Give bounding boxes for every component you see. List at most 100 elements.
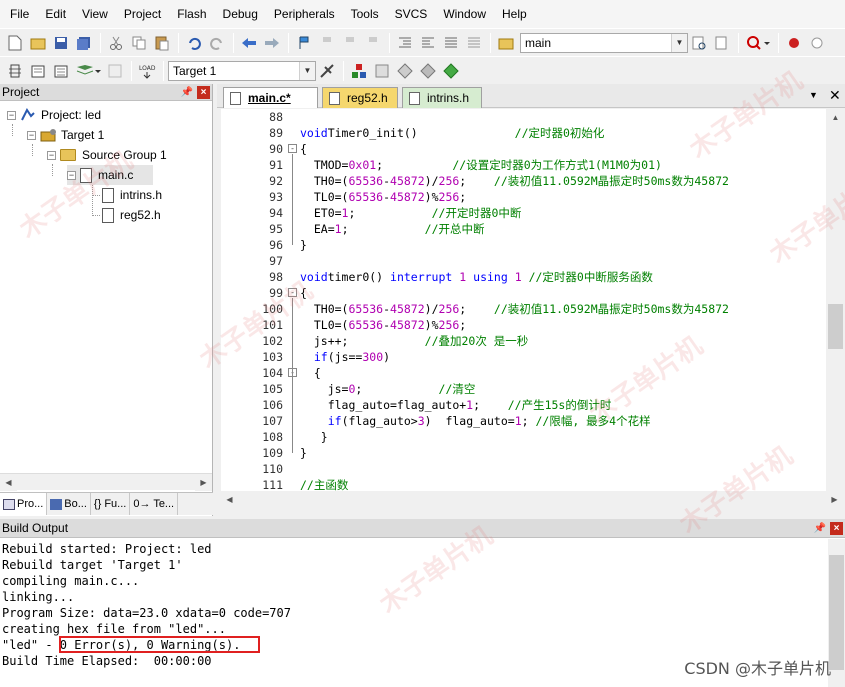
code-line[interactable]: 89 voidTimer0_init() //定时器0初始化 (221, 125, 826, 141)
fold-icon[interactable]: - (288, 144, 297, 153)
code-line[interactable]: 108 } (221, 429, 826, 445)
download-icon[interactable]: LOAD (136, 60, 158, 82)
scroll-up-icon[interactable]: ▲ (827, 109, 844, 126)
collapse-icon[interactable]: − (27, 130, 36, 140)
menu-item-debug[interactable]: Debug (215, 0, 266, 29)
scroll-thumb[interactable] (829, 555, 844, 670)
code-line[interactable]: 95 EA=1; //开总中断 (221, 221, 826, 237)
file-extensions-icon[interactable] (348, 60, 370, 82)
open-folder-icon[interactable] (27, 32, 49, 54)
undo-icon[interactable] (183, 32, 205, 54)
code-line[interactable]: 88 (221, 109, 826, 125)
translate-icon[interactable] (4, 60, 26, 82)
pin-icon[interactable]: 📌 (181, 84, 193, 101)
code-line[interactable]: 90-{ (221, 141, 826, 157)
tab-templates[interactable]: 0→ Te... (130, 493, 179, 515)
collapse-icon[interactable]: − (67, 170, 76, 180)
redo-icon[interactable] (206, 32, 228, 54)
indent-icon[interactable] (394, 32, 416, 54)
close-icon[interactable]: × (830, 521, 843, 535)
code-line[interactable]: 104- { (221, 365, 826, 381)
copy-icon[interactable] (128, 32, 150, 54)
menu-item-file[interactable]: File (2, 0, 37, 29)
find-icon[interactable] (711, 32, 733, 54)
code-area[interactable]: 88 89 voidTimer0_init() //定时器0初始化 90-{91 TM… (221, 109, 826, 491)
breakpoint-icon[interactable] (783, 32, 805, 54)
editor-hscrollbar[interactable]: ◀ ▶ (221, 491, 845, 509)
target-options-icon[interactable] (316, 60, 338, 82)
code-line[interactable]: 96} (221, 237, 826, 253)
tab-functions[interactable]: {} Fu... (91, 493, 131, 515)
menu-item-peripherals[interactable]: Peripherals (266, 0, 343, 29)
tree-file-reg52[interactable]: reg52.h (102, 205, 161, 225)
new-file-icon[interactable] (4, 32, 26, 54)
chevron-down-icon[interactable]: ▼ (299, 61, 315, 80)
code-line[interactable]: 109} (221, 445, 826, 461)
code-line[interactable]: 100 TH0=(65536-45872)/256; //装初值11.0592M… (221, 301, 826, 317)
tab-books[interactable]: Bo... (47, 493, 91, 515)
code-line[interactable]: 94 ET0=1; //开定时器0中断 (221, 205, 826, 221)
stop-build-icon[interactable] (104, 60, 126, 82)
code-line[interactable]: 92 TH0=(65536-45872)/256; //装初值11.0592M晶… (221, 173, 826, 189)
tree-file-main[interactable]: − main.c (67, 165, 154, 185)
scroll-right-icon[interactable]: ▶ (195, 474, 212, 491)
bookmark-icon[interactable] (293, 32, 315, 54)
build-icon[interactable] (27, 60, 49, 82)
target-select[interactable]: Target 1 ▼ (168, 60, 316, 81)
manage-components-icon[interactable] (371, 60, 393, 82)
bookmark-clear-icon[interactable] (362, 32, 384, 54)
code-line[interactable]: 107 if(flag_auto>3) flag_auto=1; //限幅, 最… (221, 413, 826, 429)
close-icon[interactable]: × (197, 85, 210, 99)
code-line[interactable]: 102 js++; //叠加20次 是一秒 (221, 333, 826, 349)
save-icon[interactable] (50, 32, 72, 54)
menu-item-tools[interactable]: Tools (343, 0, 387, 29)
find-combo[interactable]: main ▼ (520, 32, 688, 53)
menu-item-view[interactable]: View (74, 0, 116, 29)
code-line[interactable]: 106 flag_auto=flag_auto+1; //产生15s的倒计时 (221, 397, 826, 413)
find-in-files-icon[interactable] (495, 32, 517, 54)
scroll-left-icon[interactable]: ◀ (0, 474, 17, 491)
collapse-icon[interactable]: − (7, 110, 16, 120)
select-packs-icon[interactable] (394, 60, 416, 82)
menu-item-flash[interactable]: Flash (169, 0, 214, 29)
menu-item-project[interactable]: Project (116, 0, 169, 29)
nav-forward-icon[interactable] (261, 32, 283, 54)
incremental-find-icon[interactable] (688, 32, 710, 54)
comment-icon[interactable] (440, 32, 462, 54)
tree-file-intrins[interactable]: intrins.h (102, 185, 162, 205)
batch-build-icon[interactable] (73, 60, 103, 82)
tree-source-group[interactable]: − Source Group 1 (47, 145, 167, 165)
breakpoint-disabled-icon[interactable] (806, 32, 828, 54)
collapse-icon[interactable]: − (47, 150, 56, 160)
code-line[interactable]: 93 TL0=(65536-45872)%256; (221, 189, 826, 205)
menu-item-svcs[interactable]: SVCS (387, 0, 436, 29)
cut-icon[interactable] (105, 32, 127, 54)
close-editor-icon[interactable]: ✕ (829, 87, 841, 104)
run-time-env-icon[interactable] (440, 60, 462, 82)
code-line[interactable]: 97 (221, 253, 826, 269)
save-all-icon[interactable] (73, 32, 95, 54)
code-line[interactable]: 98 voidtimer0() interrupt 1 using 1 //定时器… (221, 269, 826, 285)
fold-icon[interactable]: - (288, 288, 297, 297)
paste-icon[interactable] (151, 32, 173, 54)
code-line[interactable]: 101 TL0=(65536-45872)%256; (221, 317, 826, 333)
code-line[interactable]: 105 js=0; //清空 (221, 381, 826, 397)
unindent-icon[interactable] (417, 32, 439, 54)
code-line[interactable]: 103 if(js==300) (221, 349, 826, 365)
pack-installer-icon[interactable] (417, 60, 439, 82)
tree-target[interactable]: − Target 1 (27, 125, 104, 145)
nav-back-icon[interactable] (238, 32, 260, 54)
scroll-thumb[interactable] (828, 304, 843, 349)
tab-list-icon[interactable]: ▼ (809, 90, 818, 100)
tree-project[interactable]: − Project: led (7, 105, 101, 125)
pin-icon[interactable]: 📌 (814, 523, 826, 534)
tab-reg52-h[interactable]: reg52.h (322, 87, 398, 108)
menu-item-window[interactable]: Window (435, 0, 494, 29)
code-line[interactable]: 110 (221, 461, 826, 477)
menu-item-edit[interactable]: Edit (37, 0, 74, 29)
rebuild-icon[interactable] (50, 60, 72, 82)
project-hscrollbar[interactable]: ◀ ▶ (0, 473, 212, 491)
code-line[interactable]: 111 //主函数 (221, 477, 826, 491)
tab-intrins-h[interactable]: intrins.h (402, 87, 482, 108)
editor-vscrollbar[interactable]: ▲ (826, 109, 845, 491)
